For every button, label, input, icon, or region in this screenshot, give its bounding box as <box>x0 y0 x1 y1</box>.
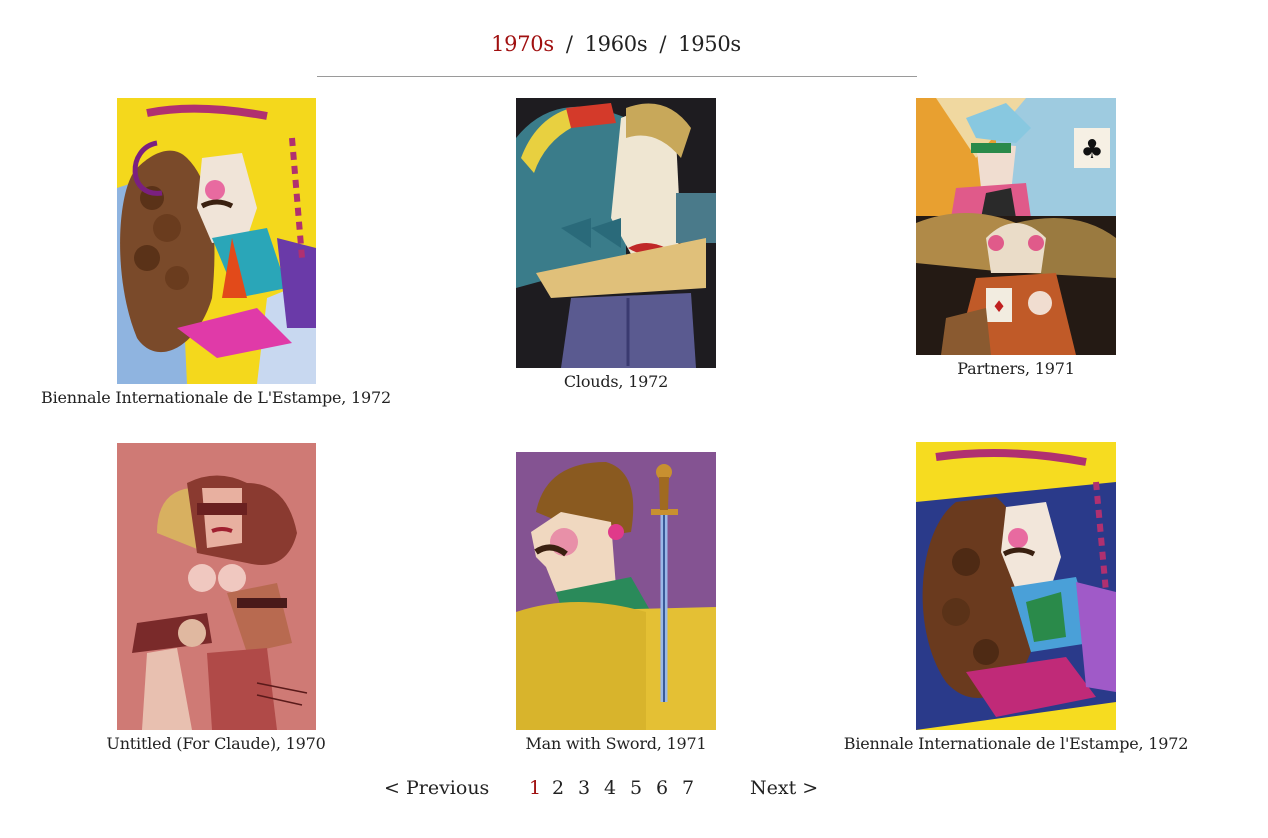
artwork-image-man-with-sword-1971[interactable] <box>516 452 716 730</box>
pagination: < Previous 1 2 3 4 5 6 7 Next > <box>0 777 1268 807</box>
decade-link-1960s[interactable]: 1960s <box>585 32 648 56</box>
decade-separator: / <box>659 32 667 56</box>
page-link-4[interactable]: 4 <box>604 777 616 799</box>
artwork-caption: Man with Sword, 1971 <box>525 734 707 753</box>
decade-link-1970s[interactable]: 1970s <box>491 32 554 56</box>
artwork-caption: Partners, 1971 <box>957 359 1075 378</box>
svg-text:♦: ♦ <box>992 297 1006 316</box>
svg-text:♣: ♣ <box>1080 135 1103 165</box>
decade-link-1950s[interactable]: 1950s <box>678 32 741 56</box>
artwork-caption: Untitled (For Claude), 1970 <box>106 734 326 753</box>
artwork-caption: Biennale Internationale de L'Estampe, 19… <box>41 388 391 407</box>
artwork-image-partners-1971[interactable]: ♣ ♦ <box>916 98 1116 355</box>
header-divider <box>317 76 917 77</box>
page-link-5[interactable]: 5 <box>630 777 642 799</box>
next-page-link[interactable]: Next > <box>750 777 818 799</box>
previous-page-link[interactable]: < Previous <box>384 777 489 799</box>
artwork-image-clouds-1972[interactable] <box>516 98 716 368</box>
page-link-2[interactable]: 2 <box>552 777 564 799</box>
artwork-image-biennale-estampe-1972[interactable] <box>916 442 1116 730</box>
page-link-7[interactable]: 7 <box>682 777 694 799</box>
artwork-image-biennale-1972[interactable] <box>117 98 316 384</box>
decade-nav: 1970s / 1960s / 1950s <box>0 32 1232 56</box>
artwork-caption: Clouds, 1972 <box>563 372 669 391</box>
page-link-1[interactable]: 1 <box>529 777 541 799</box>
artwork-caption: Biennale Internationale de l'Estampe, 19… <box>843 734 1189 753</box>
page-link-6[interactable]: 6 <box>656 777 668 799</box>
decade-separator: / <box>565 32 573 56</box>
page-link-3[interactable]: 3 <box>578 777 590 799</box>
artwork-image-untitled-for-claude-1970[interactable] <box>117 443 316 730</box>
